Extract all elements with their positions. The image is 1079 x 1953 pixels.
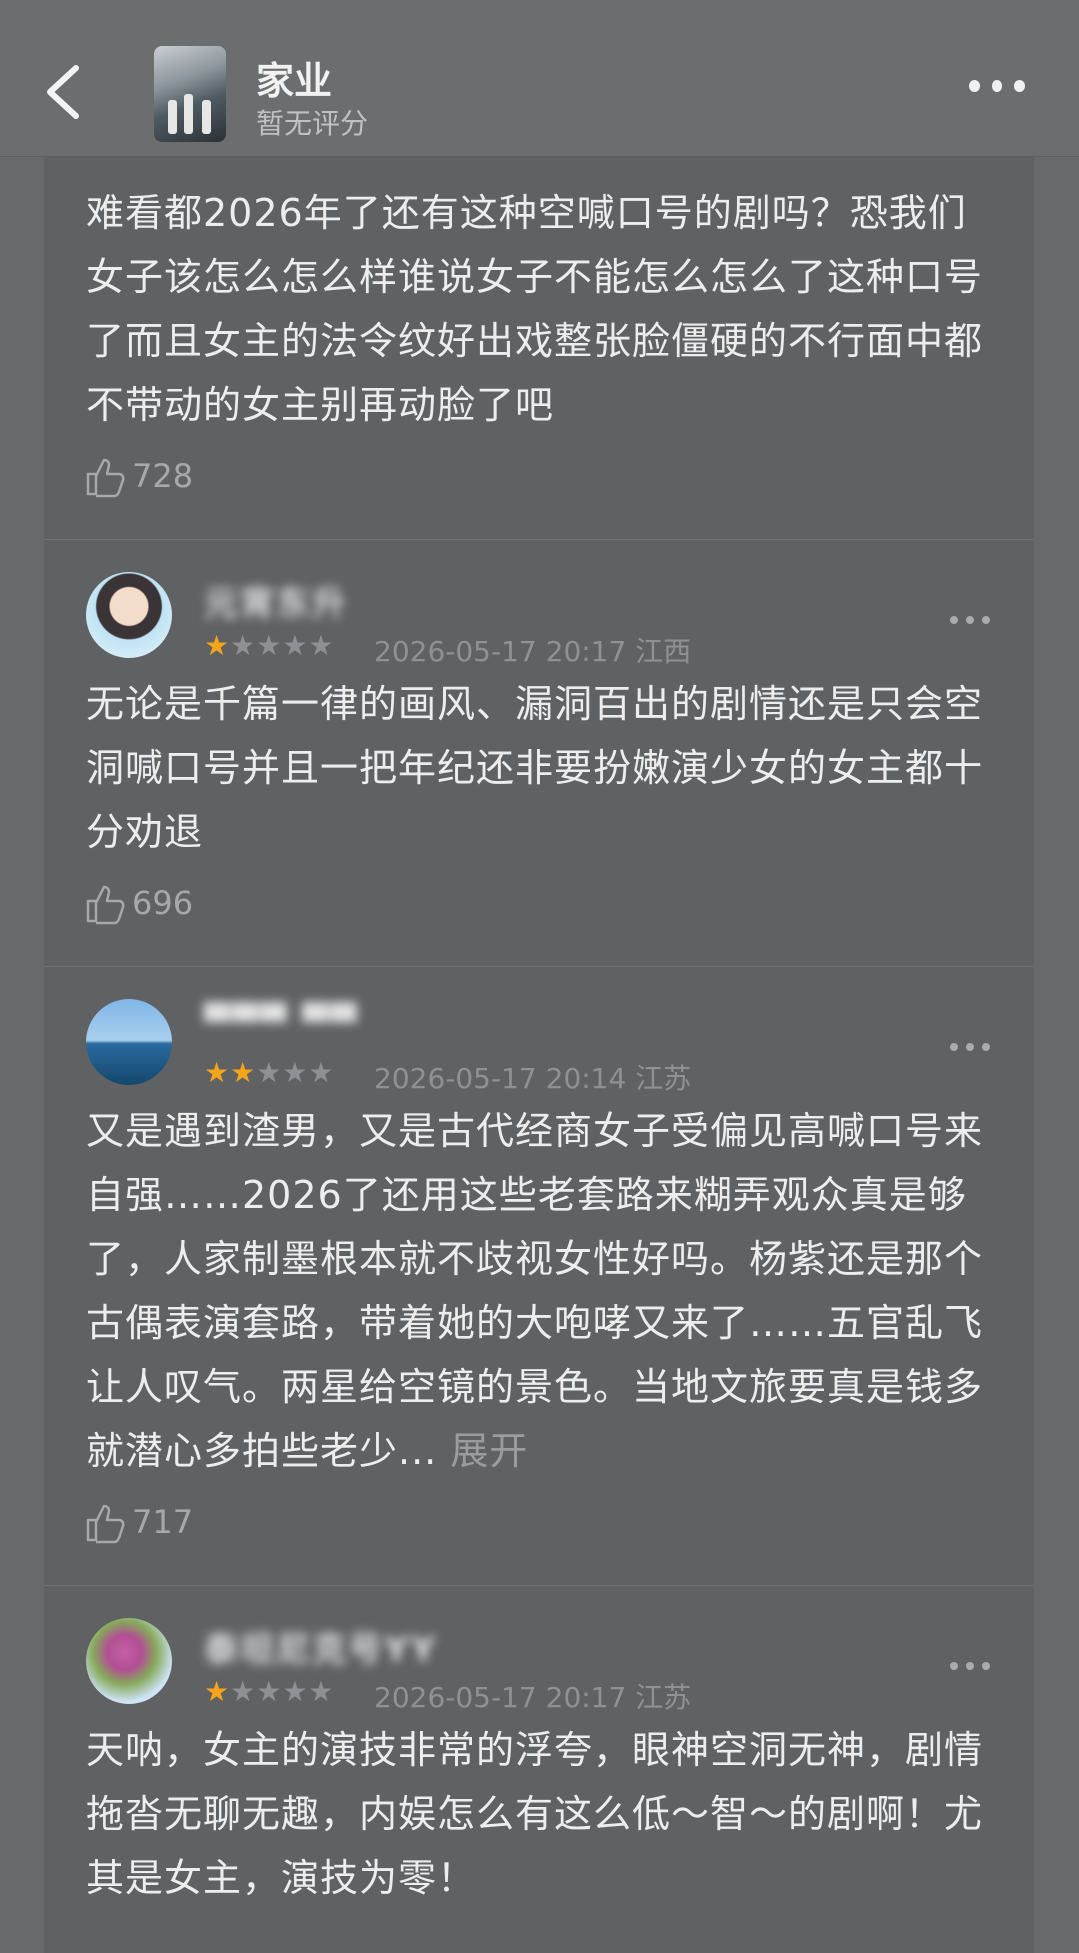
review-item: ▀▀▀ ▀▀ ★★★★★ 2026-05-17 20:14 江苏 又是遇到渣男，…	[44, 981, 1034, 1586]
review-date: 2026-05-17 20:17	[374, 1681, 627, 1714]
rating-status: 暂无评分	[256, 107, 369, 140]
review-text: 又是遇到渣男，又是古代经商女子受偏见高喊口号来自强……2026了还用这些老套路来…	[86, 1099, 990, 1483]
review-header: ▀▀▀ ▀▀ ★★★★★ 2026-05-17 20:14 江苏	[44, 981, 1034, 1095]
review-date: 2026-05-17 20:17	[374, 635, 627, 668]
username[interactable]: ▀▀▀ ▀▀	[204, 1003, 359, 1043]
more-dots-icon[interactable]	[950, 1043, 990, 1051]
review-text: 天呐，女主的演技非常的浮夸，眼神空洞无神，剧情拖沓无聊无趣，内娱怎么有这么低～智…	[86, 1728, 984, 1900]
like-button[interactable]: 696	[84, 868, 1034, 966]
review-text: 难看都2026年了还有这种空喊口号的剧吗？恐我们女子该怎么怎么样谁说女子不能怎么…	[86, 191, 984, 427]
like-button[interactable]: 717	[84, 1487, 1034, 1585]
review-location: 江苏	[635, 1062, 692, 1095]
like-count: 728	[132, 457, 194, 495]
review-list: 难看都2026年了还有这种空喊口号的剧吗？恐我们女子该怎么怎么样谁说女子不能怎么…	[44, 157, 1034, 1953]
review-header: 泰坦尼克号YY ★★★★★ 2026-05-17 20:17 江苏	[44, 1600, 1034, 1714]
review-meta: 2026-05-17 20:17 江西	[374, 630, 691, 670]
review-location: 江苏	[635, 1681, 692, 1714]
review-item: 元宵东升 ★★★★★ 2026-05-17 20:17 江西 无论是千篇一律的画…	[44, 554, 1034, 967]
thumbs-up-icon	[86, 885, 125, 925]
star-rating: ★★★★★	[204, 629, 335, 662]
chevron-left-icon[interactable]	[40, 62, 86, 122]
avatar[interactable]	[86, 999, 172, 1085]
review-text: 无论是千篇一律的画风、漏洞百出的剧情还是只会空洞喊口号并且一把年纪还非要扮嫩演少…	[86, 682, 984, 854]
review-meta: 2026-05-17 20:17 江苏	[374, 1676, 691, 1716]
like-count: 717	[132, 1503, 194, 1541]
review-header: 元宵东升 ★★★★★ 2026-05-17 20:17 江西	[44, 554, 1034, 668]
like-count: 696	[132, 884, 194, 922]
avatar[interactable]	[86, 572, 172, 658]
expand-link[interactable]: 展开	[450, 1429, 528, 1473]
more-dots-icon[interactable]	[950, 1662, 990, 1670]
review-item: 泰坦尼克号YY ★★★★★ 2026-05-17 20:17 江苏 天呐，女主的…	[44, 1600, 1034, 1910]
like-button[interactable]: 728	[84, 441, 1034, 539]
review-text-body: 又是遇到渣男，又是古代经商女子受偏见高喊口号来自强……2026了还用这些老套路来…	[86, 1109, 984, 1473]
star-rating: ★★★★★	[204, 1056, 335, 1089]
review-meta: 2026-05-17 20:14 江苏	[374, 1057, 691, 1097]
thumbs-up-icon	[86, 1504, 125, 1544]
page-title: 家业	[256, 59, 333, 103]
more-horizontal-icon[interactable]	[969, 80, 1026, 94]
review-date: 2026-05-17 20:14	[374, 1062, 627, 1095]
username[interactable]: 泰坦尼克号YY	[204, 1622, 437, 1671]
username-text: 泰坦尼克号YY	[204, 1630, 438, 1670]
username[interactable]: 元宵东升	[204, 576, 348, 625]
star-rating: ★★★★★	[204, 1675, 335, 1708]
thumbs-up-icon	[86, 458, 125, 498]
top-bar: 家业 暂无评分	[0, 0, 1079, 157]
review-location: 江西	[635, 635, 692, 668]
more-dots-icon[interactable]	[950, 616, 990, 624]
drama-poster[interactable]	[154, 46, 226, 142]
review-item: 难看都2026年了还有这种空喊口号的剧吗？恐我们女子该怎么怎么样谁说女子不能怎么…	[44, 157, 1034, 540]
avatar[interactable]	[86, 1618, 172, 1704]
